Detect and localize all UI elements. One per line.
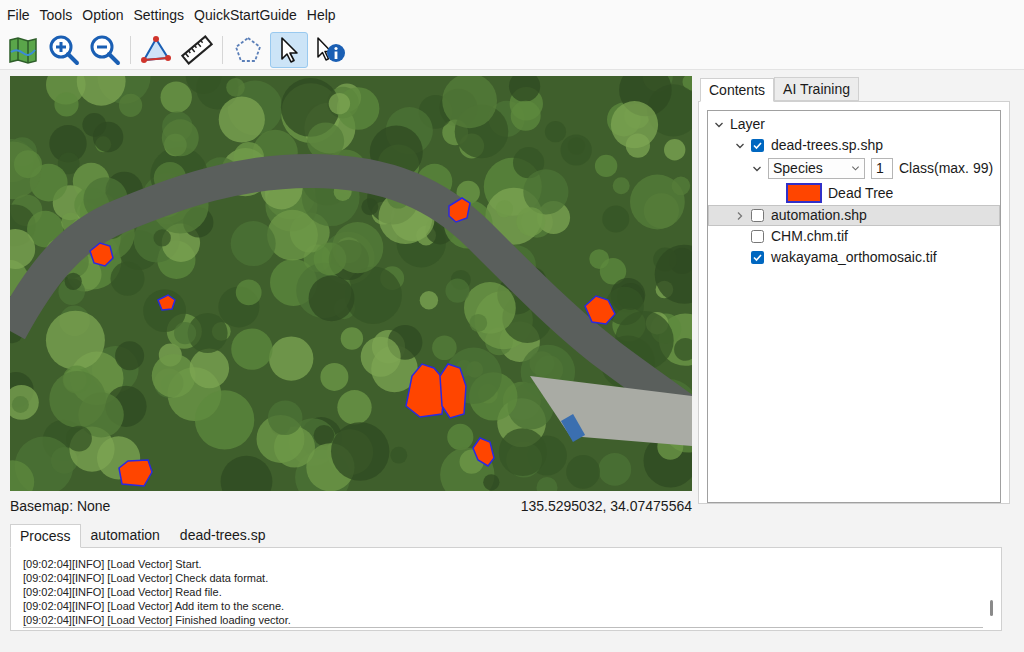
menu-item[interactable]: Settings	[129, 5, 190, 25]
log-view: [09:02:04][INFO] [Load Vector] Start.[09…	[23, 554, 983, 628]
log-line: [09:02:04][INFO] [Load Vector] Add item …	[23, 599, 983, 613]
layer-checkbox[interactable]	[751, 251, 764, 264]
menu-item[interactable]: Tools	[35, 5, 78, 25]
toolbar-separator	[222, 36, 223, 64]
tree-root[interactable]: Layer	[708, 114, 1000, 135]
expand-chevron-icon[interactable]	[733, 209, 747, 223]
map-icon	[7, 34, 39, 66]
toolbar-separator	[130, 36, 131, 64]
layer-label: wakayama_orthomosaic.tif	[768, 247, 937, 268]
pointer-icon	[273, 34, 305, 66]
coordinates-label: 135.5295032, 34.07475564	[521, 496, 692, 517]
info-icon	[314, 34, 346, 66]
polygon-button[interactable]	[229, 32, 267, 68]
ruler-icon	[181, 34, 213, 66]
layer-label: CHM.chm.tif	[768, 226, 848, 247]
log-line: [09:02:04][INFO] [Load Vector] Check dat…	[23, 571, 983, 585]
log-line: [09:02:04][INFO] [Load Vector] Finished …	[23, 613, 983, 627]
collapse-chevron-icon[interactable]	[750, 162, 764, 176]
measure-area-button[interactable]	[137, 32, 175, 68]
style-row: Species 1Class(max. 99)	[708, 156, 1000, 181]
zoom-in-icon	[48, 34, 80, 66]
map-column: Basemap: None 135.5295032, 34.07475564	[10, 76, 692, 522]
field-select[interactable]: Species	[768, 158, 865, 179]
menu-item[interactable]: File	[2, 5, 35, 25]
class-count-field[interactable]: 1	[871, 158, 893, 179]
contents-panel: Layerdead-trees.sp.shpSpecies 1Class(max.…	[698, 101, 1010, 504]
info-button[interactable]	[311, 32, 349, 68]
map-button[interactable]	[4, 32, 42, 68]
side-panel: ContentsAI Training Layerdead-trees.sp.sh…	[698, 76, 1010, 522]
menu-item[interactable]: Help	[302, 5, 341, 25]
scrollbar[interactable]	[987, 554, 997, 628]
scrollbar-thumb[interactable]	[990, 600, 993, 616]
class-note: Class(max. 99)	[897, 158, 993, 179]
status-bar: Basemap: None 135.5295032, 34.07475564	[10, 491, 692, 522]
layer-row[interactable]: wakayama_orthomosaic.tif	[708, 247, 1000, 268]
layer-checkbox[interactable]	[751, 139, 764, 152]
zoom-out-button[interactable]	[86, 32, 124, 68]
field-select-value: Species	[773, 158, 823, 179]
layer-tree: Layerdead-trees.sp.shpSpecies 1Class(max.…	[707, 110, 1001, 503]
zoom-in-button[interactable]	[45, 32, 83, 68]
basemap-label: Basemap: None	[10, 496, 110, 517]
toolbar	[0, 30, 1024, 70]
menu-item[interactable]: Option	[77, 5, 128, 25]
collapse-chevron-icon[interactable]	[712, 118, 726, 132]
layer-label: dead-trees.sp.shp	[768, 135, 883, 156]
bottom-tab[interactable]: dead-trees.sp	[170, 523, 276, 547]
bottom-tabs: Processautomationdead-trees.sp	[10, 523, 1024, 548]
panel-tab[interactable]: Contents	[700, 78, 774, 102]
collapse-chevron-icon[interactable]	[733, 139, 747, 153]
legend-label: Dead Tree	[828, 183, 893, 204]
map-canvas[interactable]	[10, 76, 692, 491]
measure-area-icon	[140, 34, 172, 66]
layer-row[interactable]: automation.shp	[708, 205, 1000, 226]
panel-tab[interactable]: AI Training	[774, 77, 859, 101]
polygon-icon	[232, 34, 264, 66]
bottom-tab[interactable]: Process	[10, 524, 81, 548]
legend-swatch[interactable]	[786, 183, 822, 203]
layer-row[interactable]: dead-trees.sp.shp	[708, 135, 1000, 156]
bottom-tab[interactable]: automation	[81, 523, 170, 547]
menu-item[interactable]: QuickStartGuide	[189, 5, 302, 25]
log-line: [09:02:04][INFO] [Load Vector] Read file…	[23, 585, 983, 599]
pointer-button[interactable]	[270, 32, 308, 68]
process-panel: [09:02:04][INFO] [Load Vector] Start.[09…	[10, 547, 1002, 631]
dropdown-arrow-icon	[851, 164, 860, 173]
tree-root-label: Layer	[730, 114, 765, 135]
panel-tabs: ContentsAI Training	[698, 76, 1010, 102]
log-line: [09:02:04][INFO] [Load Vector] Start.	[23, 557, 983, 571]
layer-row[interactable]: CHM.chm.tif	[708, 226, 1000, 247]
legend-row: Dead Tree	[708, 181, 1000, 205]
zoom-out-icon	[89, 34, 121, 66]
main-area: Basemap: None 135.5295032, 34.07475564 Con…	[0, 70, 1024, 522]
layer-checkbox[interactable]	[751, 209, 764, 222]
ruler-button[interactable]	[178, 32, 216, 68]
layer-label: automation.shp	[768, 205, 867, 226]
layer-checkbox[interactable]	[751, 230, 764, 243]
menu-bar: FileToolsOptionSettingsQuickStartGuideHe…	[0, 0, 1024, 30]
